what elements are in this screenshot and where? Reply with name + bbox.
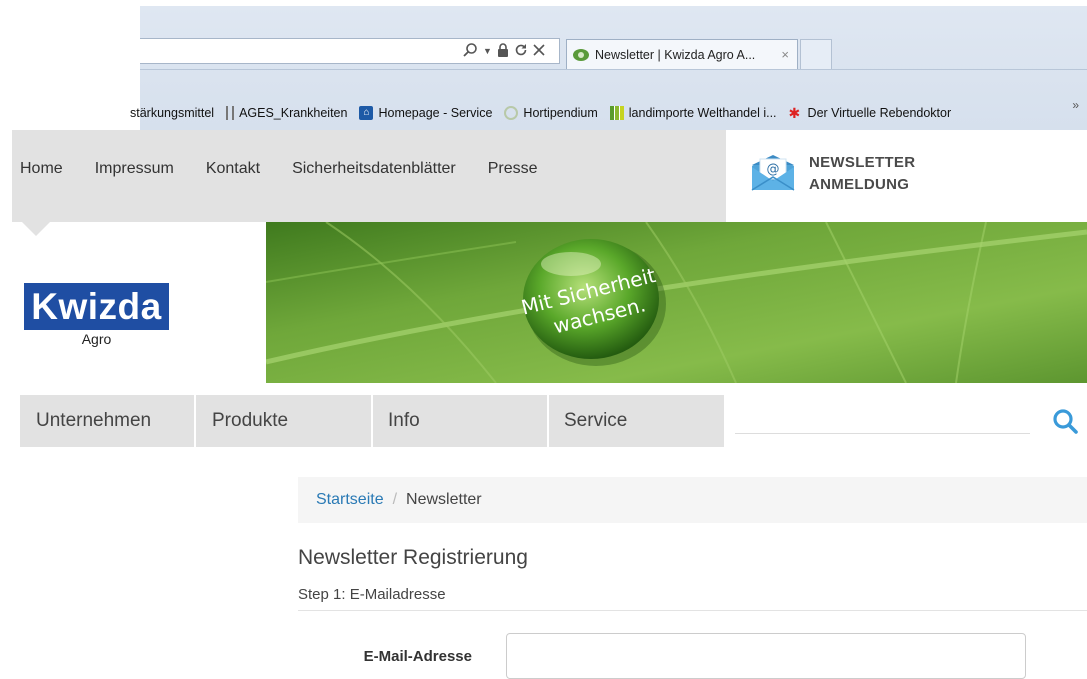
logo-brand: Kwizda xyxy=(24,283,169,330)
newsletter-envelope-icon[interactable]: @ xyxy=(751,153,795,191)
favorite-label: Der Virtuelle Rebendoktor xyxy=(807,106,952,120)
leaf-banner-image: Mit Sicherheit wachsen. xyxy=(266,222,1087,383)
favorite-staerkungsmittel[interactable]: stärkungsmittel xyxy=(130,106,214,120)
main-nav-produkte[interactable]: Produkte xyxy=(212,395,288,447)
rebendoktor-icon: ✱ xyxy=(788,105,801,121)
site-search-area xyxy=(724,395,1087,447)
step-label: Step 1: E-Mailadresse xyxy=(298,586,446,603)
breadcrumb: Startseite / Newsletter xyxy=(298,477,1087,523)
search-icon[interactable] xyxy=(462,42,478,61)
kwizda-logo[interactable]: Kwizda Agro xyxy=(24,283,169,353)
search-icon[interactable] xyxy=(1052,408,1078,434)
landimporte-icon xyxy=(609,106,624,120)
refresh-icon[interactable] xyxy=(514,43,528,60)
address-bar-icons: ▼ xyxy=(462,38,545,64)
breadcrumb-home-link[interactable]: Startseite xyxy=(316,491,384,508)
dropdown-icon[interactable]: ▼ xyxy=(483,46,492,56)
main-nav-divider xyxy=(194,395,196,447)
newsletter-signup-label[interactable]: NEWSLETTER ANMELDUNG xyxy=(809,152,915,196)
top-nav-home[interactable]: Home xyxy=(20,160,63,178)
breadcrumb-separator: / xyxy=(392,491,398,508)
hortipendium-icon xyxy=(504,106,519,120)
hero-banner: Mit Sicherheit wachsen. xyxy=(266,222,1087,383)
favorite-homepage-service[interactable]: ⌂ Homepage - Service xyxy=(359,106,492,120)
favorites-bar: stärkungsmittel AGES_Krankheiten ⌂ Homep… xyxy=(130,98,1087,128)
favorites-more-chevron-icon[interactable]: » xyxy=(1072,98,1079,112)
favorite-ages[interactable]: AGES_Krankheiten xyxy=(226,106,347,120)
favorite-label: landimporte Welthandel i... xyxy=(628,106,777,120)
favorite-label: AGES_Krankheiten xyxy=(239,106,348,120)
logo-sub: Agro xyxy=(81,331,112,347)
step-divider xyxy=(298,610,1087,611)
top-nav-links: Home Impressum Kontakt Sicherheitsdatenb… xyxy=(20,160,570,178)
chrome-divider xyxy=(140,69,1087,70)
top-nav-presse[interactable]: Presse xyxy=(488,160,538,178)
top-nav-impressum[interactable]: Impressum xyxy=(95,160,174,178)
favorite-landimporte[interactable]: landimporte Welthandel i... xyxy=(609,106,777,120)
tab-title: Newsletter | Kwizda Agro A... xyxy=(595,47,756,62)
page-title: Newsletter Registrierung xyxy=(298,546,528,569)
site-search-input[interactable] xyxy=(735,433,1030,434)
main-nav-service[interactable]: Service xyxy=(564,395,627,447)
new-tab-button[interactable] xyxy=(800,39,832,69)
favorite-label: Homepage - Service xyxy=(378,106,493,120)
email-label: E-Mail-Adresse xyxy=(363,648,472,665)
favorite-label: Hortipendium xyxy=(523,106,598,120)
browser-tab[interactable]: Newsletter | Kwizda Agro A... × xyxy=(566,39,798,69)
main-nav-unternehmen[interactable]: Unternehmen xyxy=(36,395,151,447)
stop-icon[interactable] xyxy=(533,43,545,59)
breadcrumb-current: Newsletter xyxy=(406,491,482,508)
email-field[interactable] xyxy=(506,633,1026,679)
lock-icon[interactable] xyxy=(497,42,509,60)
kwizda-favicon-icon xyxy=(573,48,589,61)
top-nav-pointer xyxy=(22,222,50,236)
favorite-label: stärkungsmittel xyxy=(130,106,215,120)
ages-icon xyxy=(226,106,235,120)
top-nav-kontakt[interactable]: Kontakt xyxy=(206,160,260,178)
svg-text:@: @ xyxy=(767,162,780,177)
main-nav-info[interactable]: Info xyxy=(388,395,420,447)
favorite-hortipendium[interactable]: Hortipendium xyxy=(504,106,598,120)
homepage-icon: ⌂ xyxy=(359,106,374,120)
newsletter-line2: ANMELDUNG xyxy=(809,176,910,193)
favorite-rebendoktor[interactable]: ✱ Der Virtuelle Rebendoktor xyxy=(789,106,952,120)
newsletter-line1: NEWSLETTER xyxy=(809,154,916,171)
main-nav-divider xyxy=(547,395,549,447)
top-nav-sicherheitsdatenblaetter[interactable]: Sicherheitsdatenblätter xyxy=(292,160,456,178)
main-nav-divider xyxy=(371,395,373,447)
tab-close-icon[interactable]: × xyxy=(781,47,789,62)
